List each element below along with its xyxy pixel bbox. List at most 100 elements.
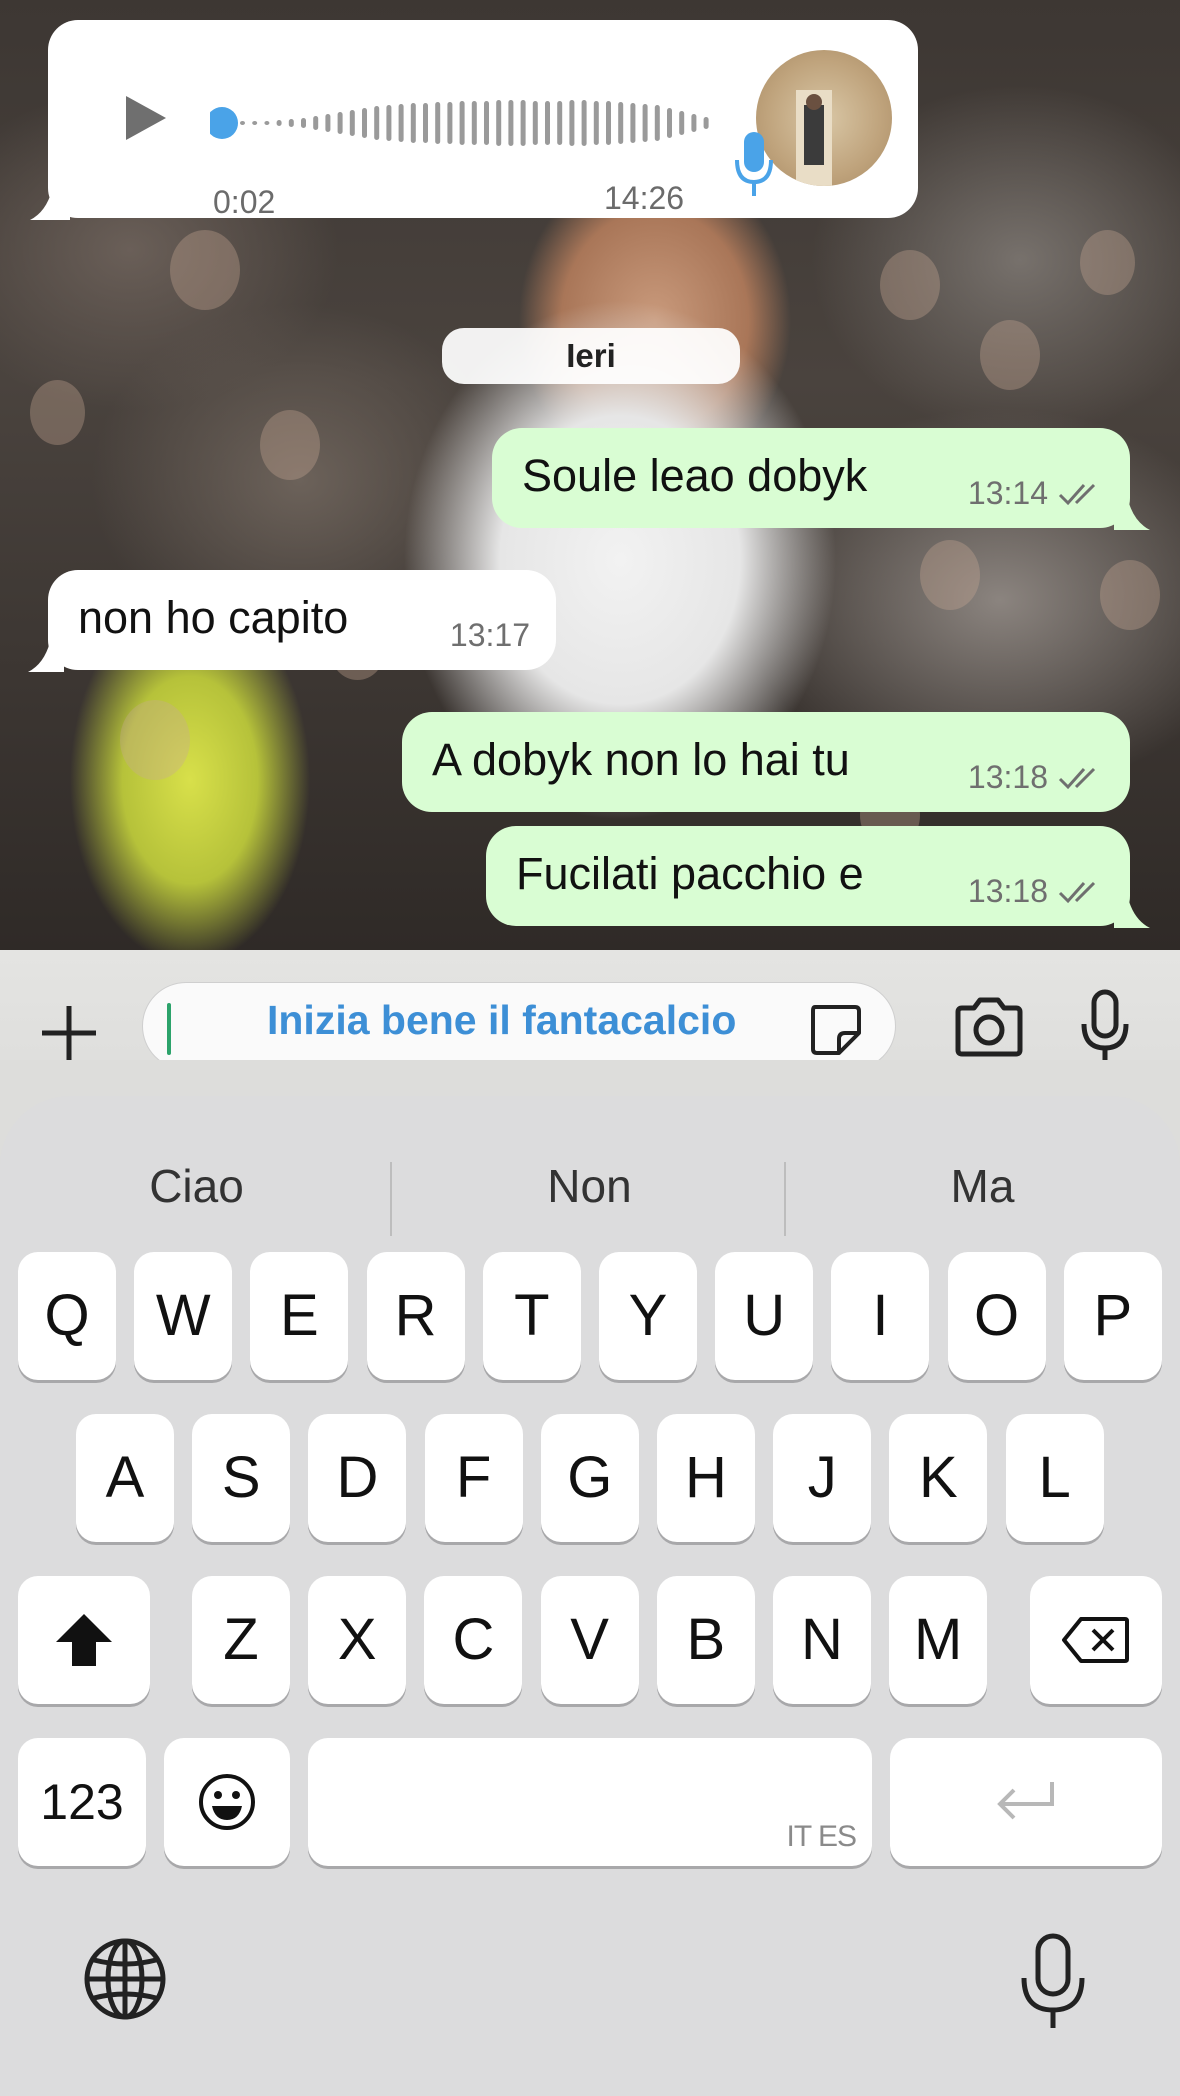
waveform-bar <box>593 101 599 145</box>
waveform-bar <box>374 106 380 140</box>
waveform-bar <box>654 105 660 141</box>
waveform-bar <box>423 103 428 143</box>
backspace-key[interactable] <box>1030 1576 1162 1704</box>
space-key[interactable]: IT ES <box>308 1738 872 1866</box>
dictation-mic-icon[interactable] <box>1018 1932 1088 2032</box>
sender-avatar <box>756 50 892 186</box>
waveform-bar <box>313 116 319 130</box>
suggestion-item[interactable]: Ciao <box>0 1126 393 1246</box>
waveform-bar <box>520 100 526 146</box>
key-e[interactable]: E <box>250 1252 349 1380</box>
waveform-bar <box>337 112 343 134</box>
message-time: 13:14 <box>967 475 1048 511</box>
read-ticks-icon <box>1058 881 1096 903</box>
emoji-icon <box>199 1774 255 1830</box>
return-key[interactable] <box>890 1738 1162 1866</box>
waveform-bar <box>703 117 709 129</box>
message-text: Soule leao dobyk <box>522 450 868 501</box>
key-s[interactable]: S <box>192 1414 291 1542</box>
message-text: Fucilati pacchio e <box>516 848 864 899</box>
key-k[interactable]: K <box>889 1414 988 1542</box>
bubble-tail <box>1114 898 1150 928</box>
key-q[interactable]: Q <box>18 1252 116 1380</box>
message-bubble-incoming[interactable]: non ho capito 13:17 <box>28 570 556 672</box>
key-d[interactable]: D <box>308 1414 407 1542</box>
play-icon[interactable] <box>118 92 170 144</box>
waveform-bar <box>691 114 697 132</box>
key-j[interactable]: J <box>773 1414 872 1542</box>
waveform-bar <box>362 108 367 138</box>
key-r[interactable]: R <box>366 1252 465 1380</box>
key-i[interactable]: I <box>831 1252 930 1380</box>
key-b[interactable]: B <box>656 1576 755 1704</box>
message-bubble-outgoing[interactable]: A dobyk non lo hai tu 13:18 <box>402 712 1130 812</box>
key-n[interactable]: N <box>773 1576 871 1704</box>
key-c[interactable]: C <box>424 1576 523 1704</box>
waveform-bar <box>288 119 294 127</box>
key-p[interactable]: P <box>1063 1252 1162 1380</box>
microphone-icon[interactable] <box>1080 988 1130 1068</box>
waveform-bar <box>679 111 685 135</box>
key-u[interactable]: U <box>715 1252 814 1380</box>
key-y[interactable]: Y <box>599 1252 697 1380</box>
waveform-bar <box>557 101 563 145</box>
waveform-bar <box>276 120 282 126</box>
audio-waveform[interactable] <box>210 98 740 148</box>
waveform-bar <box>642 104 648 142</box>
waveform-bar <box>264 121 270 125</box>
message-time: 13:18 <box>967 759 1048 795</box>
waveform-bar <box>410 103 416 143</box>
sticker-icon[interactable] <box>805 999 865 1059</box>
waveform-bar <box>252 121 258 125</box>
key-z[interactable]: Z <box>192 1576 290 1704</box>
message-input[interactable]: Inizia bene il fantacalcio <box>142 982 896 1070</box>
waveform-bar <box>569 100 575 146</box>
waveform-bar <box>386 105 392 141</box>
playback-scrubber[interactable] <box>210 107 238 139</box>
plus-icon[interactable] <box>36 1000 102 1066</box>
text-cursor <box>167 1003 171 1055</box>
waveform-bar <box>618 102 624 144</box>
voice-message-bubble[interactable]: 0:02 14:26 <box>30 20 918 220</box>
suggestion-item[interactable]: Non <box>393 1126 786 1246</box>
key-g[interactable]: G <box>540 1414 639 1542</box>
key-h[interactable]: H <box>657 1414 755 1542</box>
waveform-bar <box>471 101 477 145</box>
waveform-bar <box>606 101 611 145</box>
numbers-key[interactable]: 123 <box>18 1738 146 1866</box>
shift-key[interactable] <box>18 1576 150 1704</box>
key-f[interactable]: F <box>424 1414 523 1542</box>
waveform-bar <box>667 108 672 138</box>
read-ticks-icon <box>1058 767 1096 789</box>
camera-icon[interactable] <box>952 994 1026 1060</box>
globe-icon[interactable] <box>80 1934 170 2024</box>
key-v[interactable]: V <box>540 1576 639 1704</box>
key-w[interactable]: W <box>134 1252 233 1380</box>
bubble-tail <box>1114 500 1150 530</box>
waveform-bar <box>349 110 355 136</box>
waveform-bar <box>447 102 453 144</box>
waveform-bar <box>508 100 514 146</box>
key-m[interactable]: M <box>889 1576 988 1704</box>
message-bubble-outgoing[interactable]: Fucilati pacchio e 13:18 <box>486 826 1150 928</box>
waveform-bar <box>398 104 404 142</box>
emoji-key[interactable] <box>164 1738 290 1866</box>
waveform-bar <box>435 102 441 144</box>
key-x[interactable]: X <box>308 1576 407 1704</box>
return-icon <box>997 1782 1054 1820</box>
message-bubble-outgoing[interactable]: Soule leao dobyk 13:14 <box>492 428 1150 530</box>
key-t[interactable]: T <box>482 1252 581 1380</box>
waveform-bar <box>459 101 465 145</box>
keyboard: Ciao Non Ma QWERTYUIOP ASDFGHJKL ZXCVBNM… <box>0 1096 1180 2096</box>
key-o[interactable]: O <box>947 1252 1046 1380</box>
audio-elapsed-time: 0:02 <box>213 184 276 220</box>
waveform-bar <box>496 100 502 146</box>
suggestion-divider <box>390 1162 392 1236</box>
waveform-bar <box>301 118 306 128</box>
key-l[interactable]: L <box>1005 1414 1104 1542</box>
suggestion-item[interactable]: Ma <box>786 1126 1179 1246</box>
key-a[interactable]: A <box>76 1414 174 1542</box>
message-time: 14:26 <box>604 180 685 216</box>
message-time: 13:17 <box>449 617 530 653</box>
shift-icon <box>56 1614 112 1666</box>
